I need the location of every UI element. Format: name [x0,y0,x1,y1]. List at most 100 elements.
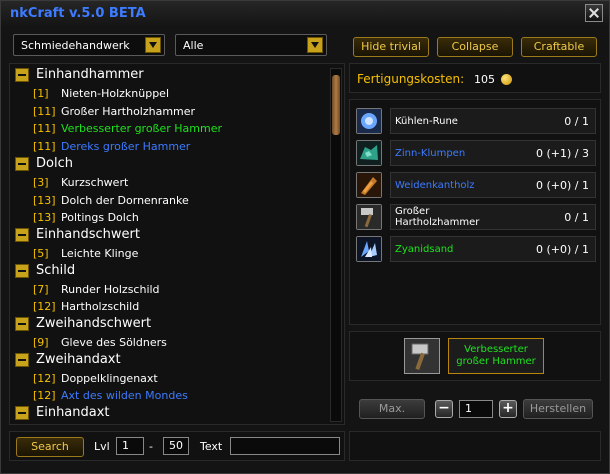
ore-icon[interactable] [356,140,382,166]
recipe-level: [5] [33,247,49,260]
reagent-count: 0 / 1 [564,115,589,128]
reagent-count: 0 / 1 [564,211,589,224]
reagent-bar: Weidenkantholz 0 (+0) / 1 [390,172,596,198]
filter-dropdown-value: Alle [183,39,204,52]
reagent-row[interactable]: Weidenkantholz 0 (+0) / 1 [356,172,596,200]
recipe-level: [11] [33,104,56,118]
collapse-icon[interactable] [15,317,29,332]
category-row[interactable]: Zweihandaxt [10,352,326,369]
recipe-row[interactable]: [12] Axt des wilden Mondes [10,387,326,404]
reagent-count: 0 (+0) / 1 [536,243,589,256]
recipe-row[interactable]: [11] Dereks großer Hammer [10,138,326,155]
lvl-min-input[interactable]: 1 [116,437,144,455]
collapse-icon[interactable] [15,263,29,278]
recipe-level: [12] [33,389,56,403]
reagent-row[interactable]: Kühlen-Rune 0 / 1 [356,108,596,136]
minus-icon[interactable]: − [435,400,453,418]
title-bar[interactable]: nkCraft v.5.0 BETA [1,1,609,27]
recipe-row[interactable]: [1] Nieten-Holzknüppel [10,85,326,102]
rune-icon[interactable] [356,108,382,134]
collapse-icon[interactable] [15,352,29,367]
recipe-name: Verbesserter großer Hammer [61,122,223,136]
category-row[interactable]: Zweihandschwert [10,316,326,333]
recipe-name: Großer Hartholzhammer [61,104,196,118]
text-search-input[interactable] [230,437,340,455]
reagent-bar: Zinn-Klumpen 0 (+1) / 3 [390,140,596,166]
chevron-down-icon[interactable] [145,37,161,53]
herstellen-button[interactable]: Herstellen [523,399,593,419]
collapse-icon[interactable] [15,157,29,171]
recipe-row[interactable]: [7] Runder Holzschild [10,281,326,298]
recipe-row[interactable]: [9] Gleve des Söldners [10,334,326,351]
reagent-name: Zinn-Klumpen [395,148,466,159]
craftable-button[interactable]: Craftable [521,37,597,57]
hammer-icon[interactable] [356,204,382,230]
category-row[interactable]: Einhandaxt [10,405,326,422]
reagent-row[interactable]: Zinn-Klumpen 0 (+1) / 3 [356,140,596,168]
reagent-row[interactable]: Großer Hartholzhammer 0 / 1 [356,204,596,232]
recipe-name: Runder Holzschild [61,282,160,296]
category-label: Einhandhammer [36,67,144,82]
search-bar: Search Lvl 1 - 50 Text [9,431,345,461]
crafting-cost: Fertigungskosten: 105 [349,63,601,93]
recipe-row[interactable]: [13] Poltings Dolch [10,209,326,226]
search-button[interactable]: Search [16,437,84,457]
result-item-name[interactable]: Verbesserter großer Hammer [448,338,544,374]
recipe-list: Einhandhammer [1] Nieten-Holzknüppel [11] Gr… [9,63,345,425]
chevron-down-icon[interactable] [307,37,323,53]
category-row[interactable]: Einhandschwert [10,227,326,244]
recipe-level: [13] [33,211,56,225]
status-panel [349,431,601,461]
recipe-row[interactable]: [13] Dolch der Dornenranke [10,192,326,209]
recipe-row[interactable]: [5] Leichte Klinge [10,245,326,262]
collapse-button[interactable]: Collapse [437,37,513,57]
hide-trivial-button[interactable]: Hide trivial [353,37,429,57]
nkcraft-window: nkCraft v.5.0 BETA Schmiedehandwerk Alle… [0,0,610,474]
recipe-row[interactable]: [3] Kurzschwert [10,174,326,191]
max-button[interactable]: Max. [359,399,425,419]
reagent-bar: Kühlen-Rune 0 / 1 [390,108,596,134]
close-icon[interactable] [585,4,603,22]
reagent-count: 0 (+0) / 1 [536,179,589,192]
category-label: Zweihandaxt [36,351,121,367]
recipe-level: [1] [33,86,49,100]
lvl-max-input[interactable]: 50 [163,437,189,455]
sand-icon[interactable] [356,236,382,262]
recipe-row[interactable]: [12] Hartholzschild [10,298,326,315]
wood-icon[interactable] [356,172,382,198]
recipe-name: Axt des wilden Mondes [61,389,188,403]
collapse-icon[interactable] [15,68,29,82]
recipe-row[interactable]: [12] Doppelklingenaxt [10,370,326,387]
reagent-bar: Zyanidsand 0 (+0) / 1 [390,236,596,262]
text-label: Text [200,440,223,453]
category-row[interactable]: Dolch [10,156,326,173]
craft-controls: Max. − 1 + Herstellen [349,393,601,423]
reagent-list: Kühlen-Rune 0 / 1 Zinn-Klumpen 0 (+1) / 3 We… [349,99,601,325]
recipe-level: [9] [33,336,49,349]
profession-dropdown-value: Schmiedehandwerk [21,39,130,52]
recipe-level: [3] [33,175,49,189]
plus-icon[interactable]: + [499,400,517,418]
recipe-row[interactable]: [11] Großer Hartholzhammer [10,103,326,120]
recipe-list-scrollbar[interactable] [330,68,342,422]
recipe-name: Dereks großer Hammer [61,140,191,154]
quantity-input[interactable]: 1 [459,400,493,418]
reagent-name: Zyanidsand [395,244,454,255]
filter-dropdown[interactable]: Alle [175,34,327,56]
profession-dropdown[interactable]: Schmiedehandwerk [13,34,165,56]
recipe-name: Kurzschwert [61,175,129,189]
hammer-icon[interactable] [404,338,440,374]
collapse-icon[interactable] [15,406,29,421]
recipe-row[interactable]: [11] Verbesserter großer Hammer [10,120,326,137]
collapse-icon[interactable] [15,228,29,243]
scrollbar-thumb[interactable] [332,75,340,135]
category-row[interactable]: Einhandhammer [10,67,326,84]
reagent-row[interactable]: Zyanidsand 0 (+0) / 1 [356,236,596,264]
crafting-cost-label: Fertigungskosten: [357,72,465,86]
crafting-cost-value: 105 [474,73,495,86]
category-row[interactable]: Schild [10,263,326,280]
recipe-name: Gleve des Söldners [61,336,167,349]
category-label: Zweihandschwert [36,316,152,332]
lvl-dash: - [149,440,153,453]
reagent-count: 0 (+1) / 3 [536,147,589,160]
